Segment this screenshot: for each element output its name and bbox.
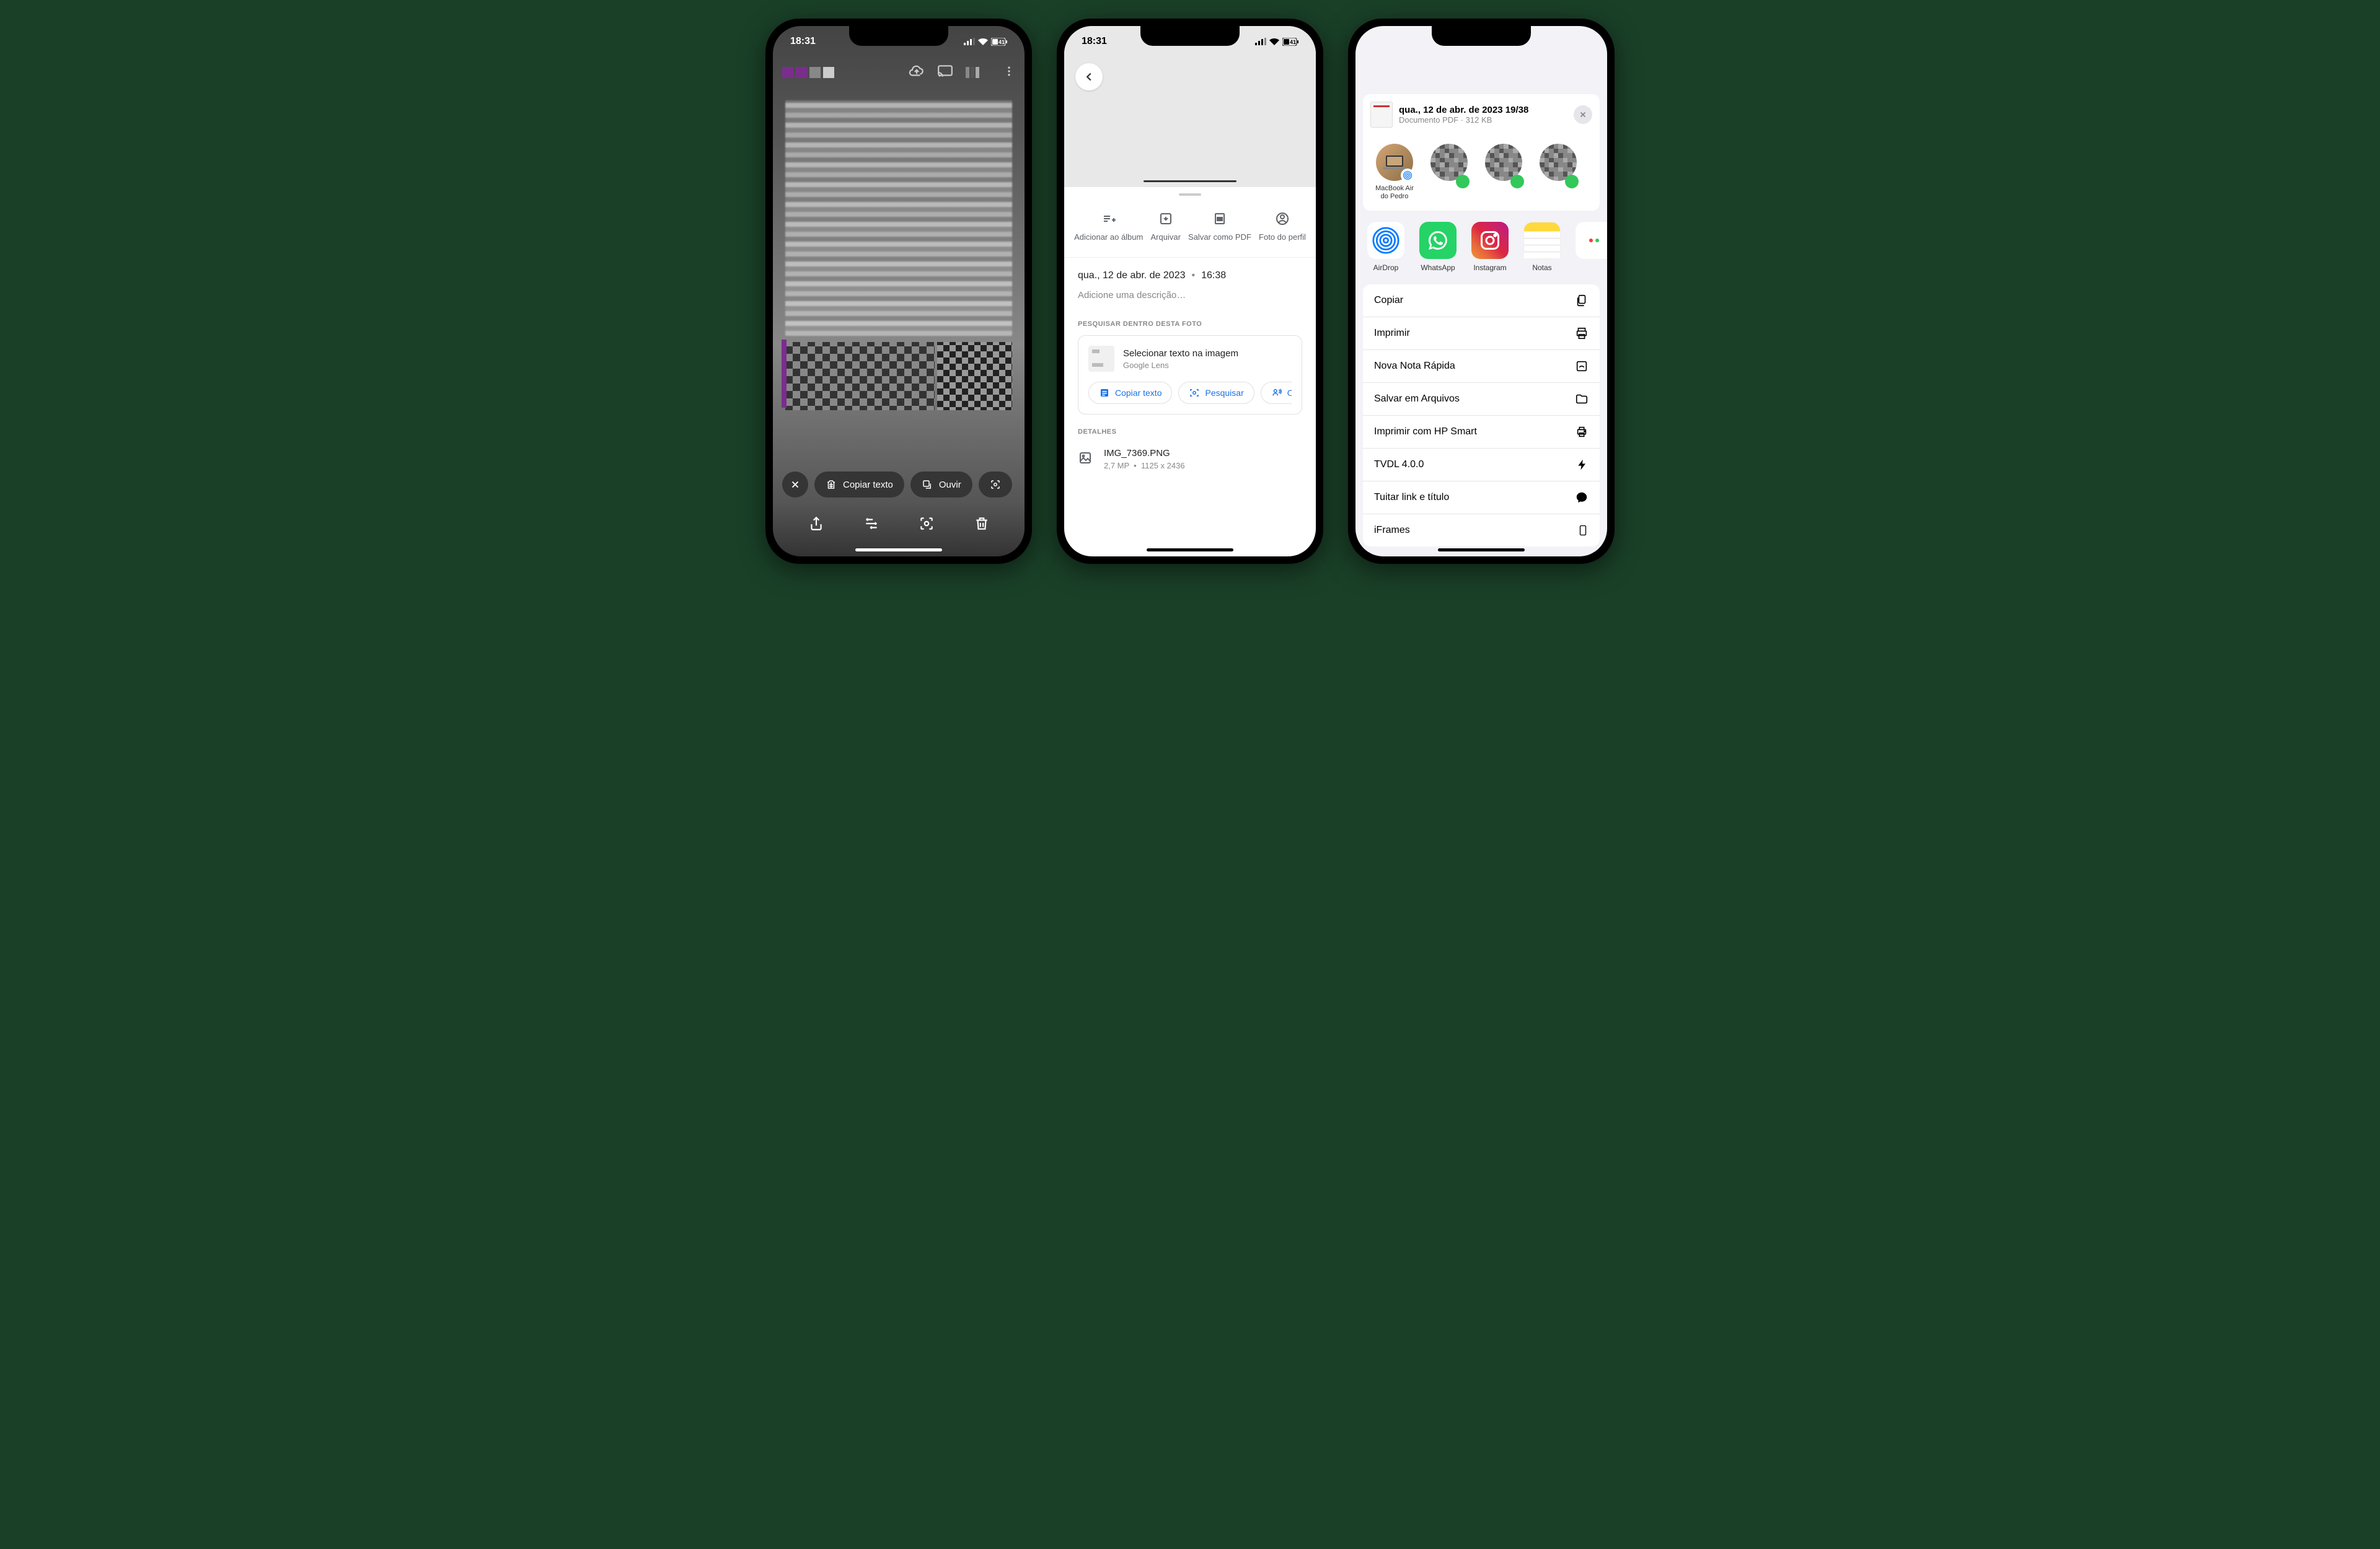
filename: IMG_7369.PNG — [1104, 448, 1185, 459]
back-button[interactable] — [1075, 63, 1103, 90]
lens-search-chip[interactable]: Pesquisar — [1178, 382, 1254, 404]
lens-icon[interactable] — [919, 516, 935, 535]
action-hp-print[interactable]: Imprimir com HP Smart — [1363, 416, 1600, 449]
action-save-files[interactable]: Salvar em Arquivos — [1363, 383, 1600, 416]
lens-card: Selecionar texto na imagem Google Lens C… — [1078, 335, 1302, 415]
listen-label: Ouvir — [939, 480, 961, 490]
svg-text:41: 41 — [1290, 39, 1296, 45]
trash-icon[interactable] — [974, 516, 990, 535]
cloud-upload-icon[interactable] — [909, 63, 925, 82]
copy-text-pill[interactable]: Copiar texto — [814, 472, 904, 498]
phone-2: 18:31 41 Adicionar ao álbum Arquivar — [1057, 19, 1323, 564]
archive-button[interactable]: Arquivar — [1150, 211, 1180, 242]
share-sheet-header: qua., 12 de abr. de 2023 19/38 Documento… — [1363, 94, 1600, 211]
action-tweet[interactable]: Tuitar link e título — [1363, 481, 1600, 514]
airdrop-contact[interactable] — [1427, 144, 1471, 201]
app-more[interactable] — [1575, 222, 1607, 272]
action-quick-note[interactable]: Nova Nota Rápida — [1363, 350, 1600, 383]
share-icon[interactable] — [808, 516, 824, 535]
phone-1: 18:31 41 — [765, 19, 1032, 564]
airdrop-contact-macbook[interactable]: MacBook Air do Pedro — [1373, 144, 1416, 201]
photo-date: qua., 12 de abr. de 2023•16:38 — [1078, 270, 1302, 281]
action-copy[interactable]: Copiar — [1363, 284, 1600, 317]
lens-subtitle: Google Lens — [1123, 361, 1238, 370]
share-title: qua., 12 de abr. de 2023 19/38 — [1399, 105, 1567, 115]
share-apps-row: AirDrop WhatsApp Instagram Notas — [1355, 211, 1607, 278]
image-icon — [1078, 450, 1093, 468]
action-label: Foto do perfil — [1259, 232, 1306, 242]
profile-photo-button[interactable]: Foto do perfil — [1259, 211, 1306, 242]
lens-select-text[interactable]: Selecionar texto na imagem Google Lens — [1088, 346, 1292, 372]
file-details-row[interactable]: IMG_7369.PNG 2,7 MP • 1125 x 2436 — [1064, 443, 1316, 475]
status-icons: 41 — [1255, 38, 1298, 46]
airdrop-contact[interactable] — [1536, 144, 1580, 201]
lens-pill[interactable] — [979, 472, 1012, 498]
action-label: Arquivar — [1150, 232, 1180, 242]
action-label: Adicionar ao álbum — [1074, 232, 1143, 242]
lens-title: Selecionar texto na imagem — [1123, 348, 1238, 359]
status-time: 18:31 — [1082, 36, 1107, 47]
search-section-label: PESQUISAR DENTRO DESTA FOTO — [1064, 307, 1316, 335]
file-meta: 2,7 MP • 1125 x 2436 — [1104, 461, 1185, 470]
photo-viewer-top-bar — [773, 57, 1025, 88]
copy-text-label: Copiar texto — [843, 480, 893, 490]
app-notes[interactable]: Notas — [1523, 222, 1561, 272]
lens-listen-chip[interactable]: Ou — [1261, 382, 1292, 404]
pdf-doc-icon — [1370, 102, 1393, 128]
edit-icon[interactable] — [863, 516, 879, 535]
save-pdf-button[interactable]: Salvar como PDF — [1188, 211, 1251, 242]
details-section-label: DETALHES — [1064, 415, 1316, 443]
airdrop-contact[interactable] — [1482, 144, 1525, 201]
photo-preview-area: 18:31 41 — [1064, 26, 1316, 187]
lens-thumbnail — [1088, 346, 1114, 372]
airdrop-contacts-row: MacBook Air do Pedro — [1370, 138, 1592, 211]
action-print[interactable]: Imprimir — [1363, 317, 1600, 350]
app-whatsapp[interactable]: WhatsApp — [1419, 222, 1457, 272]
close-button[interactable] — [782, 472, 808, 498]
action-iframes[interactable]: iFrames — [1363, 514, 1600, 546]
airdrop-label: MacBook Air do Pedro — [1373, 185, 1416, 201]
close-button[interactable] — [1574, 105, 1592, 124]
phone-3: qua., 12 de abr. de 2023 19/38 Documento… — [1348, 19, 1615, 564]
photo-bottom-toolbar — [773, 509, 1025, 541]
photo-actions-row: Adicionar ao álbum Arquivar Salvar como … — [1064, 202, 1316, 258]
description-input[interactable]: Adicione uma descrição… — [1078, 290, 1302, 301]
photo-content-blurred — [773, 88, 1025, 423]
listen-pill[interactable]: Ouvir — [910, 472, 972, 498]
add-to-album-button[interactable]: Adicionar ao álbum — [1074, 211, 1143, 242]
lens-action-pills: Copiar texto Ouvir — [773, 472, 1025, 498]
sheet-handle[interactable] — [1179, 193, 1201, 196]
more-icon[interactable] — [1003, 63, 1015, 82]
app-airdrop[interactable]: AirDrop — [1367, 222, 1405, 272]
svg-text:41: 41 — [998, 39, 1005, 45]
status-icons: 41 — [964, 38, 1007, 46]
cast-icon[interactable] — [937, 63, 953, 82]
action-label: Salvar como PDF — [1188, 232, 1251, 242]
share-actions-list: Copiar Imprimir Nova Nota Rápida Salvar … — [1363, 284, 1600, 546]
status-time: 18:31 — [790, 36, 816, 47]
action-tvdl[interactable]: TVDL 4.0.0 — [1363, 449, 1600, 481]
share-subtitle: Documento PDF · 312 KB — [1399, 115, 1567, 125]
app-instagram[interactable]: Instagram — [1471, 222, 1509, 272]
lens-copy-chip[interactable]: Copiar texto — [1088, 382, 1172, 404]
